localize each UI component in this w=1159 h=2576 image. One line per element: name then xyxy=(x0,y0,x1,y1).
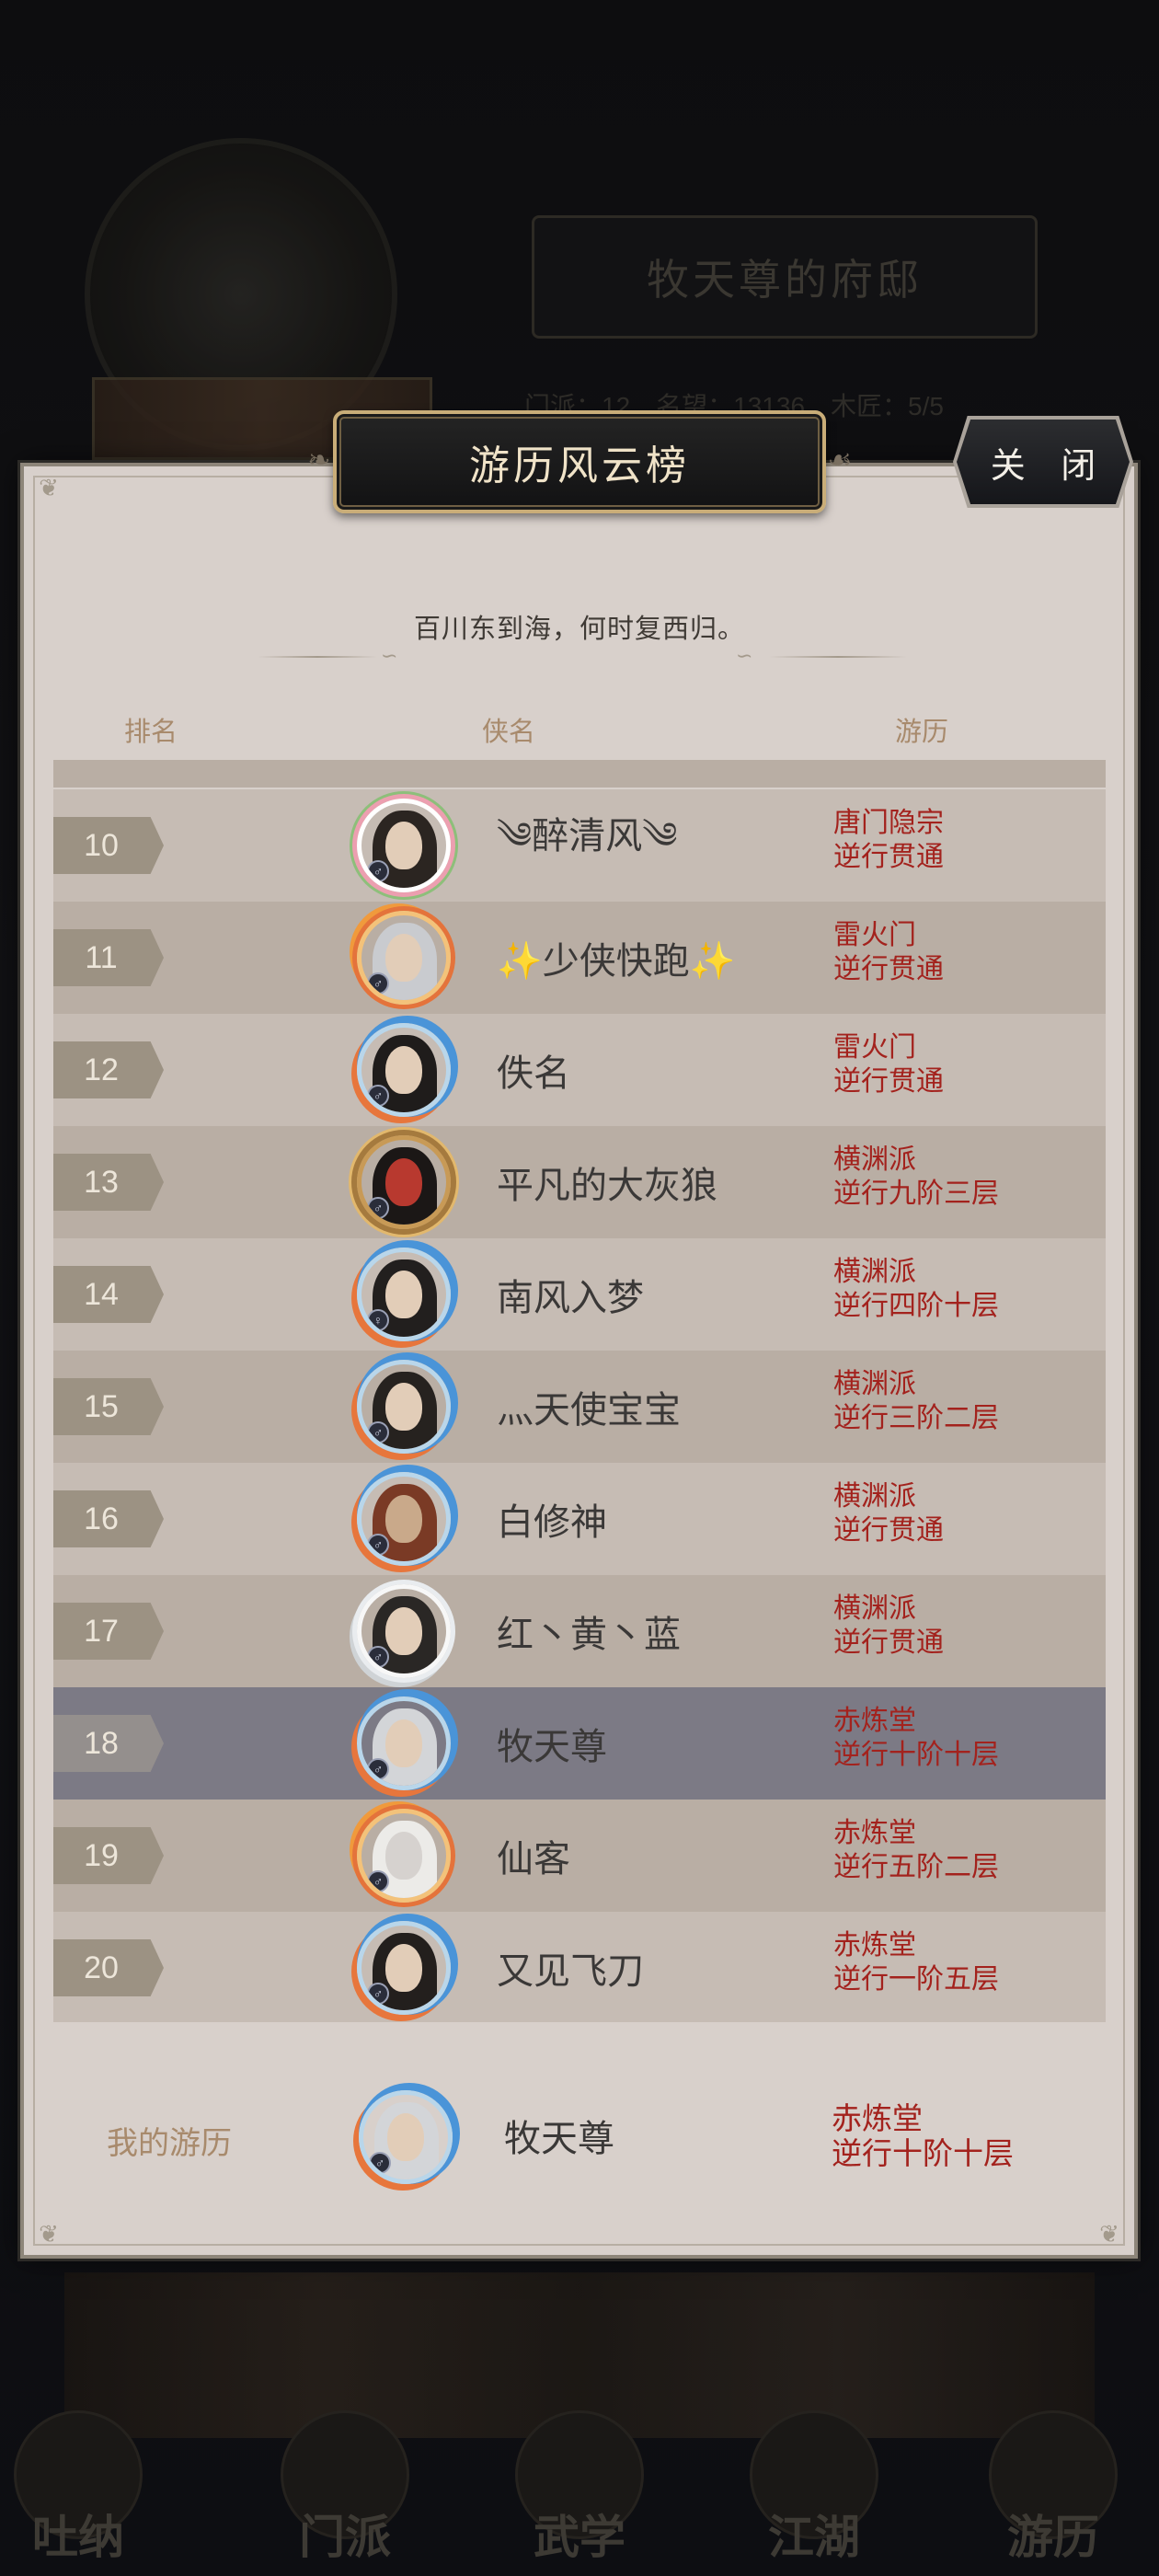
player-name: 佚名 xyxy=(497,1053,570,1094)
table-row[interactable] xyxy=(53,760,1106,788)
player-progress: 横渊派 逆行三阶二层 xyxy=(833,1369,999,1433)
corner-ornament: ❦ xyxy=(39,2220,59,2248)
player-name: 平凡的大灰狼 xyxy=(497,1166,717,1206)
gender-icon: ♂ xyxy=(367,1085,389,1107)
nav-travel[interactable]: 游历 xyxy=(975,2410,1131,2567)
nav-sect[interactable]: 门派 xyxy=(267,2410,423,2567)
column-header-name: 侠名 xyxy=(482,718,536,747)
avatar[interactable]: ♂ xyxy=(357,911,451,1005)
rank-tag: 13 xyxy=(53,1154,164,1211)
avatar[interactable]: ♂ xyxy=(357,1584,451,1678)
nav-jianghu[interactable]: 江湖 xyxy=(736,2410,892,2567)
column-header-rank: 排名 xyxy=(124,718,178,747)
avatar[interactable]: ♂ xyxy=(357,1472,451,1566)
my-record-label: 我的游历 xyxy=(107,2126,232,2161)
player-progress: 横渊派 逆行九阶三层 xyxy=(833,1144,999,1209)
table-row[interactable]: 16 ♂ 白修神 横渊派 逆行贯通 xyxy=(53,1463,1106,1575)
gender-icon: ♂ xyxy=(367,1421,389,1443)
player-progress: 赤炼堂 逆行一阶五层 xyxy=(833,1930,999,1995)
table-row[interactable]: 14 ♀ 南风入梦 横渊派 逆行四阶十层 xyxy=(53,1238,1106,1351)
gender-icon: ♂ xyxy=(367,860,389,882)
gender-icon: ♂ xyxy=(367,1534,389,1556)
rank-tag: 20 xyxy=(53,1939,164,1996)
rank-tag: 18 xyxy=(53,1715,164,1772)
nav-martial-arts[interactable]: 武学 xyxy=(501,2410,658,2567)
player-progress: 赤炼堂 逆行五阶二层 xyxy=(833,1818,999,1882)
gender-icon: ♂ xyxy=(367,1870,389,1892)
player-name: 南风入梦 xyxy=(497,1278,644,1318)
modal-subtitle: 百川东到海，何时复西归。 xyxy=(413,615,745,644)
bottom-nav: 吐纳 门派 武学 江湖 游历 xyxy=(0,2392,1159,2576)
player-name: 红丶黄丶蓝 xyxy=(497,1615,681,1655)
player-progress: 横渊派 逆行贯通 xyxy=(833,1593,944,1658)
modal-title: 游历风云榜 xyxy=(469,443,690,489)
rank-tag: 14 xyxy=(53,1266,164,1323)
divider-right xyxy=(769,656,907,658)
corner-ornament: ❦ xyxy=(1099,2220,1119,2248)
table-row[interactable]: 10 ♂ ༄醉清风༄ 唐门隐宗 逆行贯通 xyxy=(53,789,1106,902)
table-row[interactable]: 19 ♂ 仙客 赤炼堂 逆行五阶二层 xyxy=(53,1800,1106,1912)
avatar[interactable]: ♂ xyxy=(357,799,451,892)
my-record-progress: 赤炼堂 逆行十阶十层 xyxy=(832,2101,1014,2170)
leaderboard-list[interactable]: 10 ♂ ༄醉清风༄ 唐门隐宗 逆行贯通 11 ♂ ✨少侠快跑✨ 雷火门 逆行贯通 … xyxy=(53,760,1106,2022)
rank-tag: 19 xyxy=(53,1827,164,1884)
player-name: ༄醉清风༄ xyxy=(497,815,678,857)
player-progress: 唐门隐宗 逆行贯通 xyxy=(833,808,944,872)
gender-icon: ♂ xyxy=(367,1983,389,2005)
my-record-name: 牧天尊 xyxy=(504,2119,614,2159)
table-row[interactable]: 20 ♂ 又见飞刀 赤炼堂 逆行一阶五层 xyxy=(53,1912,1106,2022)
table-row[interactable]: 17 ♂ 红丶黄丶蓝 横渊派 逆行贯通 xyxy=(53,1575,1106,1687)
player-progress: 雷火门 逆行贯通 xyxy=(833,920,944,984)
gender-icon: ♂ xyxy=(367,1646,389,1668)
player-name: ✨少侠快跑✨ xyxy=(497,941,736,982)
column-header-progress: 游历 xyxy=(895,718,949,747)
nav-breathing[interactable]: 吐纳 xyxy=(0,2410,156,2567)
rank-tag: 15 xyxy=(53,1378,164,1435)
player-progress: 雷火门 逆行贯通 xyxy=(833,1032,944,1097)
stat-carpenter: 木匠：5/5 xyxy=(831,392,944,420)
player-name: 牧天尊 xyxy=(497,1727,607,1767)
table-row[interactable]: 12 ♂ 佚名 雷火门 逆行贯通 xyxy=(53,1014,1106,1126)
avatar[interactable]: ♂ xyxy=(357,1809,451,1903)
avatar[interactable]: ♂ xyxy=(357,1921,451,2015)
gender-icon: ♂ xyxy=(369,2152,391,2174)
rank-tag: 16 xyxy=(53,1490,164,1547)
gender-icon: ♂ xyxy=(367,1758,389,1780)
avatar[interactable]: ♂ xyxy=(357,1135,451,1229)
player-name: 又见飞刀 xyxy=(497,1951,644,1992)
divider-left xyxy=(258,656,377,658)
gender-icon: ♀ xyxy=(367,1309,389,1331)
modal-title-plate: 游历风云榜 xyxy=(333,410,826,513)
divider-swirl-left: ∽ xyxy=(381,644,398,667)
table-row-current-player[interactable]: 18 ♂ 牧天尊 赤炼堂 逆行十阶十层 xyxy=(53,1687,1106,1800)
player-name: 仙客 xyxy=(497,1839,570,1880)
player-name: 灬天使宝宝 xyxy=(497,1390,681,1431)
player-progress: 横渊派 逆行四阶十层 xyxy=(833,1257,999,1321)
rank-tag: 11 xyxy=(53,929,164,986)
rank-tag: 10 xyxy=(53,817,164,874)
avatar[interactable]: ♀ xyxy=(357,1248,451,1341)
rank-tag: 12 xyxy=(53,1041,164,1098)
player-progress: 横渊派 逆行贯通 xyxy=(833,1481,944,1546)
table-row[interactable]: 11 ♂ ✨少侠快跑✨ 雷火门 逆行贯通 xyxy=(53,902,1106,1014)
avatar[interactable]: ♂ xyxy=(357,1023,451,1117)
mansion-title: 牧天尊的府邸 xyxy=(532,215,1038,339)
close-button-label: 关 闭 xyxy=(990,446,1109,486)
avatar[interactable]: ♂ xyxy=(357,1696,451,1790)
rank-tag: 17 xyxy=(53,1603,164,1660)
table-row[interactable]: 13 ♂ 平凡的大灰狼 横渊派 逆行九阶三层 xyxy=(53,1126,1106,1238)
player-progress: 赤炼堂 逆行十阶十层 xyxy=(833,1706,999,1770)
gender-icon: ♂ xyxy=(367,1197,389,1219)
corner-ornament: ❦ xyxy=(39,474,59,501)
avatar[interactable]: ♂ xyxy=(357,1360,451,1454)
close-button[interactable]: 关 闭 xyxy=(957,420,1130,504)
my-avatar[interactable]: ♂ xyxy=(359,2090,453,2184)
gender-icon: ♂ xyxy=(367,972,389,995)
divider-swirl-right: ∽ xyxy=(736,644,753,667)
table-row[interactable]: 15 ♂ 灬天使宝宝 横渊派 逆行三阶二层 xyxy=(53,1351,1106,1463)
player-name: 白修神 xyxy=(497,1502,607,1543)
